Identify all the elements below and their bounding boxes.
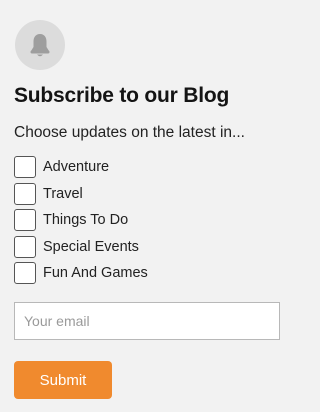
option-fun-and-games[interactable]: Fun And Games [14, 261, 148, 285]
option-label: Special Events [43, 238, 139, 255]
widget-subtitle: Choose updates on the latest in... [14, 124, 245, 141]
option-things-to-do[interactable]: Things To Do [14, 208, 148, 232]
submit-button[interactable]: Submit [14, 361, 112, 399]
option-label: Travel [43, 185, 83, 202]
bell-icon-badge [15, 20, 65, 70]
topic-options: Adventure Travel Things To Do Special Ev… [14, 155, 148, 288]
checkbox[interactable] [14, 209, 36, 231]
email-field[interactable] [14, 302, 280, 340]
option-label: Fun And Games [43, 265, 148, 281]
option-label: Adventure [43, 159, 110, 175]
checkbox[interactable] [14, 156, 36, 178]
bell-icon [30, 34, 50, 57]
widget-title: Subscribe to our Blog [14, 84, 230, 107]
subscribe-widget: Subscribe to our Blog Choose updates on … [0, 0, 299, 412]
option-travel[interactable]: Travel [14, 182, 148, 206]
option-label: Things To Do [43, 212, 129, 228]
checkbox[interactable] [14, 235, 36, 258]
checkbox[interactable] [14, 182, 36, 205]
option-special-events[interactable]: Special Events [14, 235, 148, 259]
checkbox[interactable] [14, 262, 36, 284]
option-adventure[interactable]: Adventure [14, 155, 148, 179]
